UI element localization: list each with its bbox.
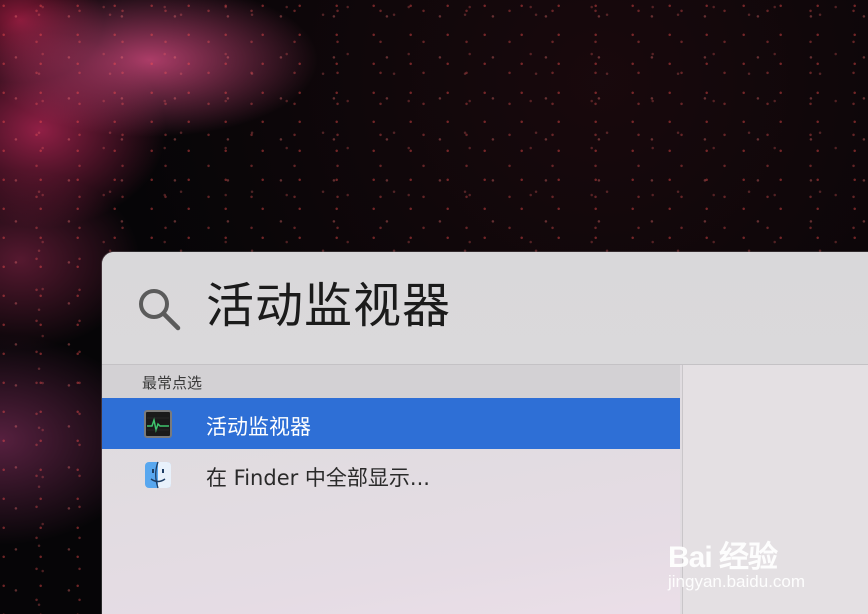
- section-title: 最常点选: [142, 374, 203, 392]
- result-label: 在 Finder 中全部显示...: [206, 466, 430, 490]
- activity-monitor-icon: [144, 410, 172, 438]
- watermark-url: jingyan.baidu.com: [668, 572, 806, 591]
- results-list: 最常点选 活动监视器 在 Finder 中全部显示...: [102, 365, 680, 614]
- baidu-jingyan-watermark: Bai 经验 jingyan.baidu.com: [664, 520, 864, 600]
- search-input[interactable]: 活动监视器: [206, 274, 451, 338]
- result-item-activity-monitor[interactable]: 活动监视器: [102, 398, 680, 449]
- result-label: 活动监视器: [206, 415, 311, 439]
- spotlight-search-bar[interactable]: 活动监视器: [102, 252, 868, 365]
- finder-icon: [145, 461, 171, 489]
- result-item-show-all-in-finder[interactable]: 在 Finder 中全部显示...: [102, 449, 680, 500]
- section-header: 最常点选: [102, 365, 680, 398]
- search-icon: [139, 289, 181, 331]
- watermark-logo: Bai 经验: [668, 541, 778, 574]
